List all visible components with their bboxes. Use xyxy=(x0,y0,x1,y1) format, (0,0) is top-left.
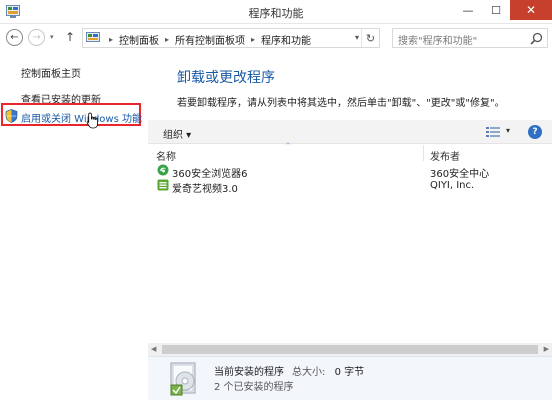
details-title: 当前安装的程序 总大小: 0 字节 xyxy=(214,363,364,378)
column-divider[interactable] xyxy=(423,145,424,161)
breadcrumb: ▸ 控制面板 ▸ 所有控制面板项 ▸ 程序和功能 xyxy=(103,32,311,47)
breadcrumb-separator[interactable]: ▸ xyxy=(109,35,113,44)
details-pane: 当前安装的程序 总大小: 0 字节 2 个已安装的程序 xyxy=(148,356,552,400)
recent-locations-dropdown[interactable]: ▾ xyxy=(50,33,54,41)
back-button[interactable]: ← xyxy=(6,29,23,46)
program-publisher: QIYI, Inc. xyxy=(430,180,475,191)
forward-button[interactable]: → xyxy=(28,29,45,46)
list-item[interactable]: 爱奇艺视频3.0 QIYI, Inc. xyxy=(148,178,552,195)
installed-count: 2 个已安装的程序 xyxy=(214,382,294,393)
breadcrumb-item[interactable]: 所有控制面板项 xyxy=(175,32,245,47)
list-column-header: ^ 名称 发布者 xyxy=(148,142,552,163)
sidebar-item-windows-features[interactable]: 启用或关闭 Windows 功能 xyxy=(21,110,142,125)
search-icon[interactable] xyxy=(530,32,543,45)
search-placeholder: 搜索"程序和功能" xyxy=(398,36,478,47)
address-bar[interactable]: ▸ 控制面板 ▸ 所有控制面板项 ▸ 程序和功能 ▾ ↻ xyxy=(82,28,380,48)
shield-icon xyxy=(5,109,18,123)
title-bar: 程序和功能 — ☐ ✕ xyxy=(0,0,552,24)
program-name: 爱奇艺视频3.0 xyxy=(172,184,238,195)
command-toolbar: 组织 ▾ ▾ ? xyxy=(148,120,552,144)
page-title: 卸载或更改程序 xyxy=(177,70,275,86)
breadcrumb-separator[interactable]: ▸ xyxy=(165,35,169,44)
sort-indicator-icon: ^ xyxy=(285,142,291,150)
help-button[interactable]: ? xyxy=(528,125,542,139)
total-size-label: 总大小: xyxy=(292,367,326,378)
breadcrumb-item[interactable]: 控制面板 xyxy=(119,32,159,47)
360-browser-icon xyxy=(157,164,169,176)
sidebar: 控制面板主页 查看已安装的更新 启用或关闭 Windows 功能 xyxy=(0,51,148,400)
maximize-button[interactable]: ☐ xyxy=(482,0,510,20)
close-button[interactable]: ✕ xyxy=(510,0,552,20)
window-controls: — ☐ ✕ xyxy=(454,0,552,20)
minimize-button[interactable]: — xyxy=(454,0,482,20)
hand-cursor-icon xyxy=(86,112,98,129)
horizontal-scrollbar[interactable]: ◀ ▶ xyxy=(148,343,552,356)
address-dropdown-button[interactable]: ▾ xyxy=(355,33,359,42)
view-options-icon[interactable] xyxy=(486,126,500,138)
refresh-button[interactable]: ↻ xyxy=(361,29,379,47)
view-dropdown-button[interactable]: ▾ xyxy=(506,126,510,135)
scroll-right-icon[interactable]: ▶ xyxy=(544,345,549,353)
scroll-left-icon[interactable]: ◀ xyxy=(151,345,156,353)
control-panel-icon xyxy=(86,32,100,42)
organize-menu-button[interactable]: 组织 ▾ xyxy=(163,126,191,141)
sidebar-item-control-panel-home[interactable]: 控制面板主页 xyxy=(21,65,81,80)
breadcrumb-item[interactable]: 程序和功能 xyxy=(261,32,311,47)
main-panel: 卸载或更改程序 若要卸载程序，请从列表中将其选中，然后单击"卸载"、"更改"或"… xyxy=(148,51,552,400)
iqiyi-icon xyxy=(157,179,169,191)
scrollbar-thumb[interactable] xyxy=(162,345,538,354)
search-input[interactable]: 搜索"程序和功能" xyxy=(392,28,548,48)
list-item[interactable]: 360安全浏览器6 360安全中心 xyxy=(148,163,552,180)
up-button[interactable]: ↑ xyxy=(65,30,75,44)
page-description: 若要卸载程序，请从列表中将其选中，然后单击"卸载"、"更改"或"修复"。 xyxy=(177,98,505,109)
breadcrumb-separator[interactable]: ▸ xyxy=(251,35,255,44)
navigation-bar: ← → ▾ ↑ ▸ 控制面板 ▸ 所有控制面板项 ▸ 程序和功能 ▾ ↻ 搜索"… xyxy=(0,25,552,51)
details-title-text: 当前安装的程序 xyxy=(214,367,284,378)
column-header-name[interactable]: 名称 xyxy=(156,148,176,163)
installed-programs-icon xyxy=(170,362,196,396)
column-header-publisher[interactable]: 发布者 xyxy=(430,148,460,163)
total-size-value: 0 字节 xyxy=(334,367,365,378)
